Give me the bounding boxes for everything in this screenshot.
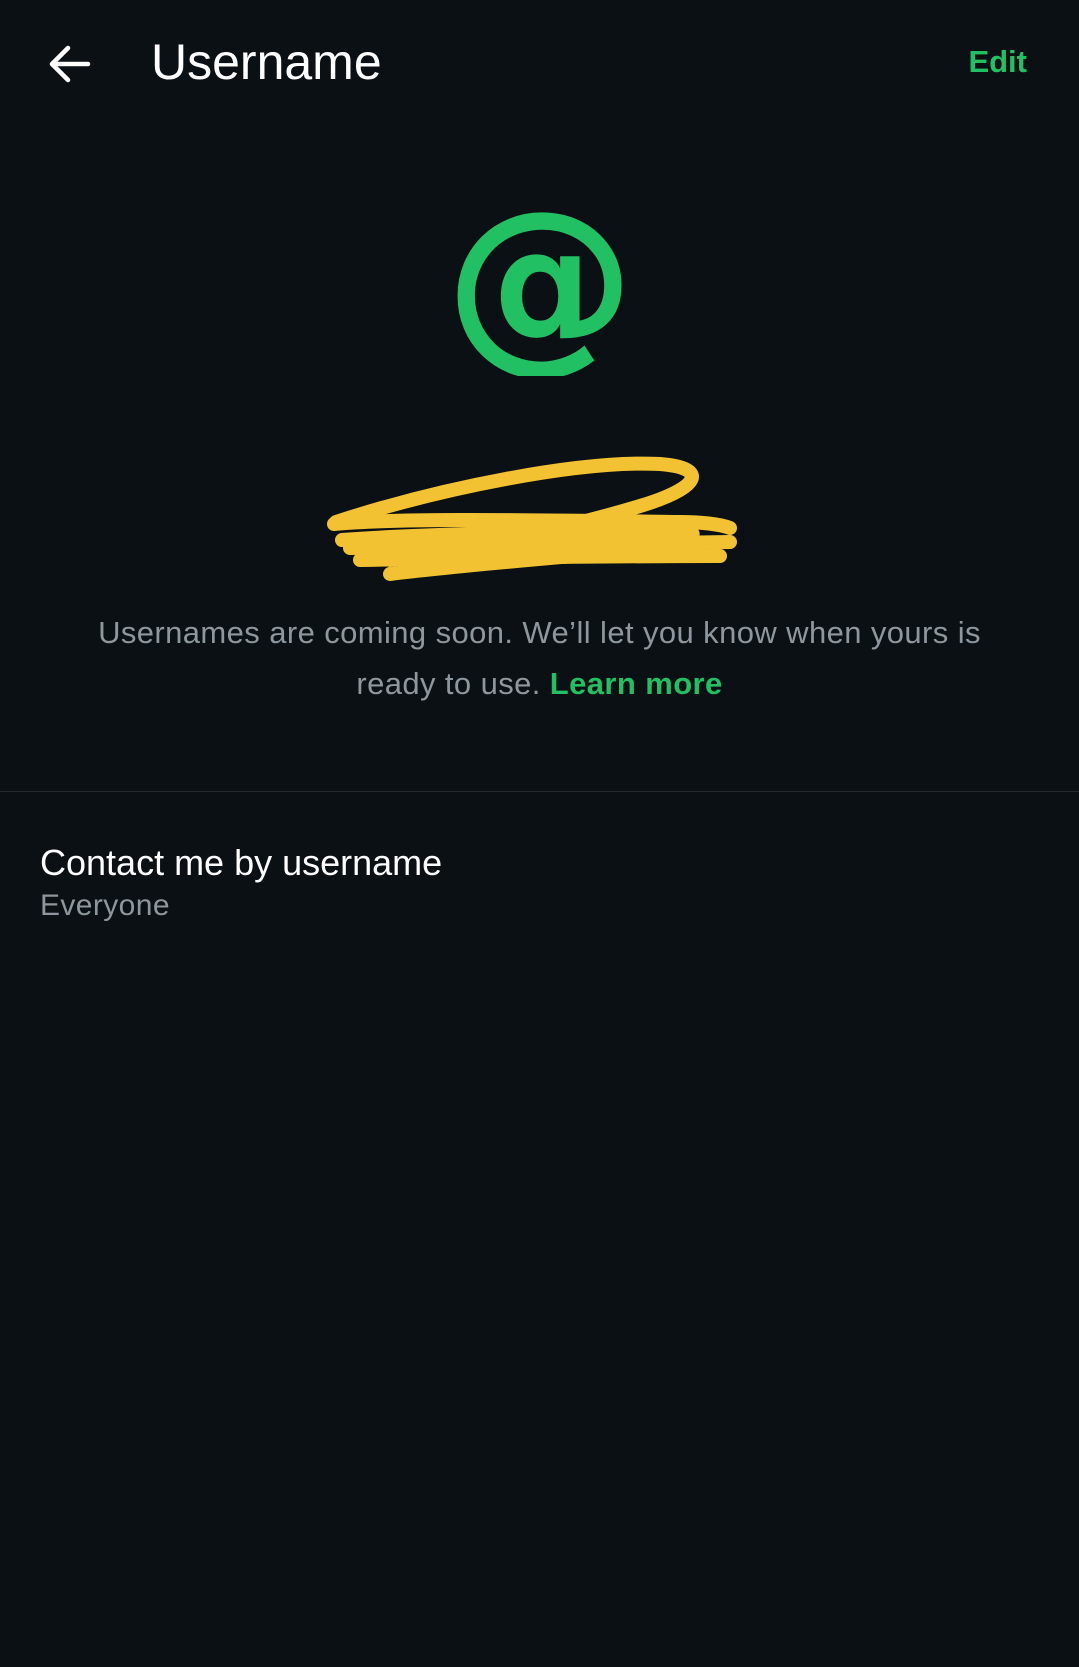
section-divider: [0, 791, 1079, 792]
contact-by-username-setting[interactable]: Contact me by username Everyone: [0, 830, 1079, 940]
setting-title: Contact me by username: [40, 842, 443, 883]
arrow-left-icon: [49, 45, 91, 83]
setting-value: Everyone: [40, 889, 170, 922]
learn-more-link[interactable]: Learn more: [550, 666, 723, 701]
app-bar: Username Edit: [0, 0, 1079, 126]
at-sign-icon: @: [455, 206, 625, 376]
edit-button[interactable]: Edit: [968, 40, 1027, 84]
page-title: Username: [151, 34, 382, 90]
redaction-scribble: [327, 456, 737, 581]
svg-text:@: @: [455, 206, 625, 376]
back-button[interactable]: [40, 34, 100, 94]
info-text: Usernames are coming soon. We’ll let you…: [60, 607, 1019, 709]
info-message: Usernames are coming soon. We’ll let you…: [98, 615, 981, 701]
username-area: sayuser: [320, 448, 760, 608]
